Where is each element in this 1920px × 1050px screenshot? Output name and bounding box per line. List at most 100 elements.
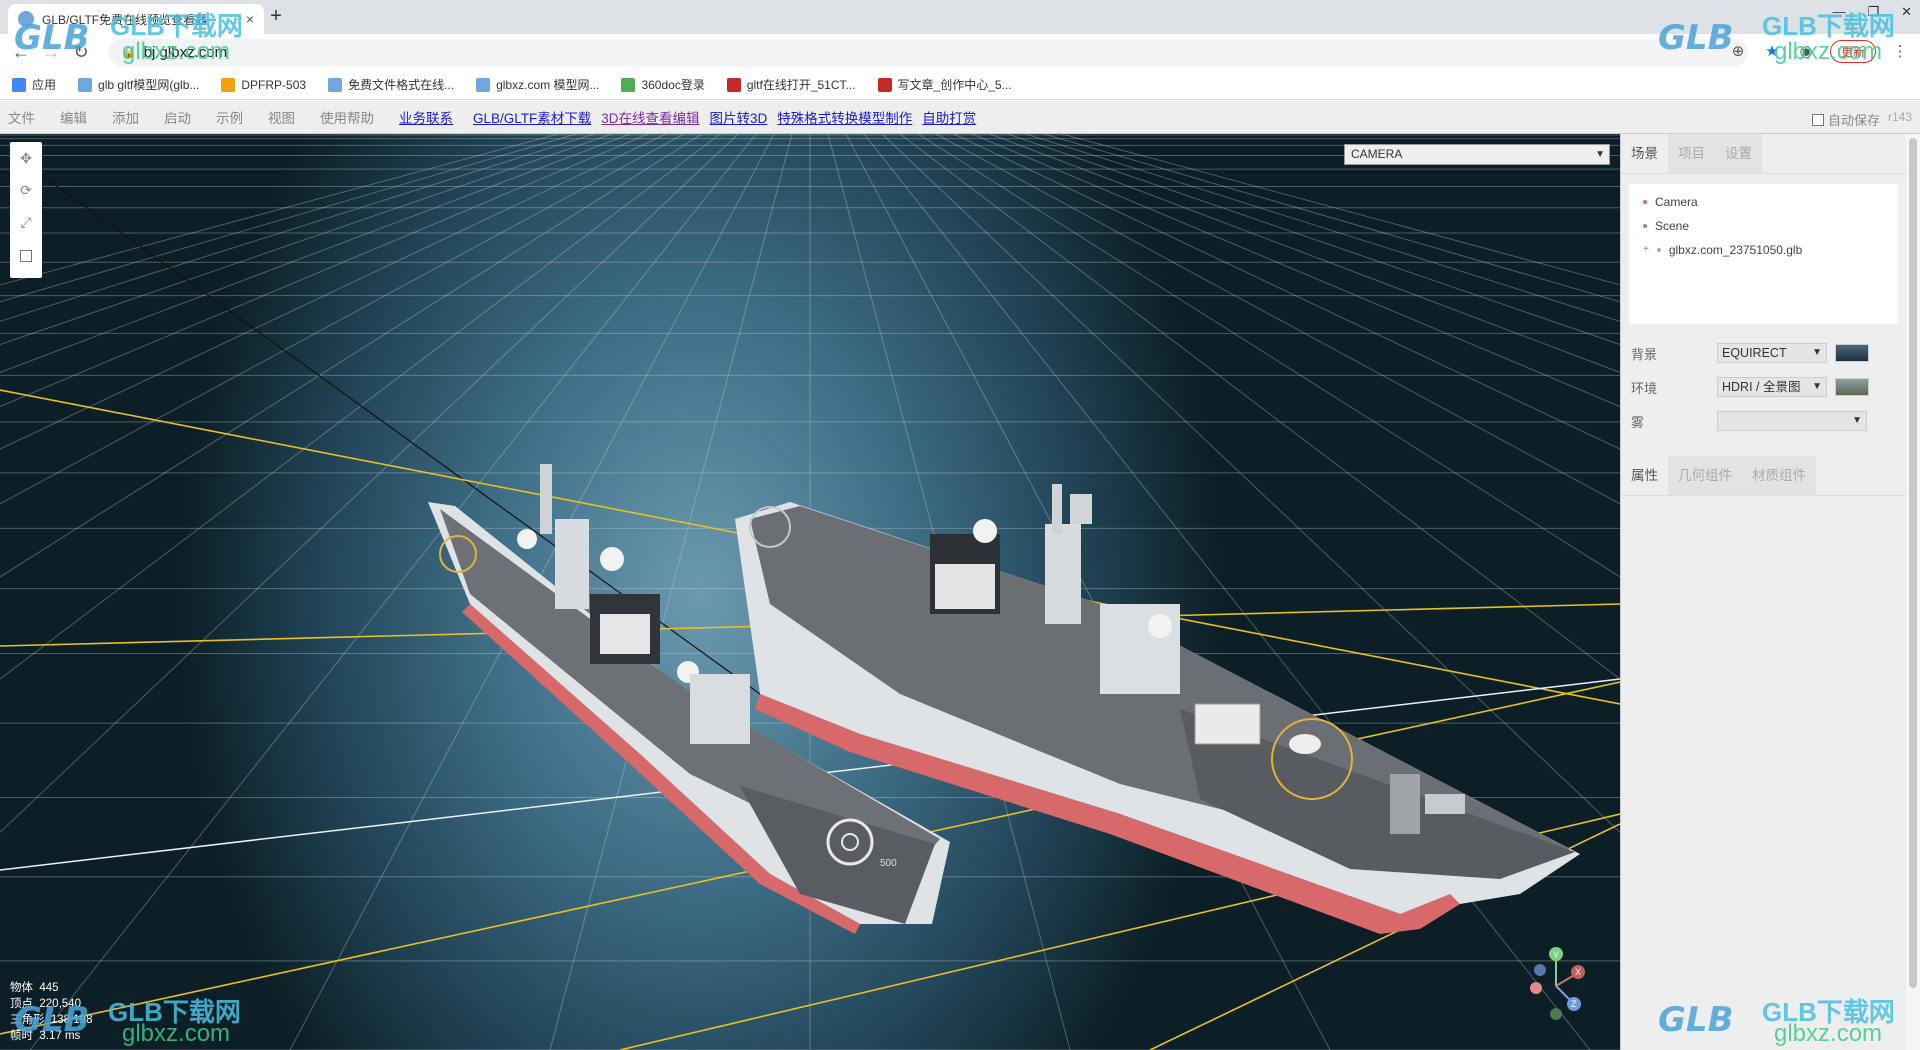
outliner-item-label: Scene [1655, 219, 1690, 233]
menu-examples[interactable]: 示例 [216, 107, 243, 127]
watermark-url: glbxz.com [1774, 1020, 1883, 1047]
camera-select-value: CAMERA [1351, 147, 1403, 161]
bookmark-favicon-icon [726, 77, 741, 92]
environment-select[interactable]: HDRI / 全景图 ▼ [1717, 377, 1827, 397]
chevron-down-icon: ▼ [1812, 381, 1822, 392]
menu-view[interactable]: 视图 [268, 107, 295, 127]
tab-properties[interactable]: 属性 [1621, 456, 1668, 495]
outliner-item-model[interactable]: + glbxz.com_23751050.glb [1643, 238, 1898, 262]
autosave-checkbox[interactable] [1811, 113, 1824, 126]
bookmark-favicon-icon [12, 77, 26, 92]
local-space-checkbox[interactable] [20, 250, 32, 262]
bookmark-item[interactable]: 应用 [12, 76, 56, 93]
rotate-tool-icon[interactable]: ⟳ [16, 180, 36, 200]
outliner-item-camera[interactable]: Camera [1643, 190, 1898, 214]
editor-menubar: 文件 编辑 添加 启动 示例 视图 使用帮助 业务联系 GLB/GLTF素材下载… [0, 101, 1920, 134]
sidebar-panel: 场景 项目 设置 Camera Scene + glbxz.com_237510… [1620, 134, 1906, 1050]
scene-canvas[interactable]: 500 [0, 134, 1620, 1050]
menu-help[interactable]: 使用帮助 [320, 107, 374, 127]
watermark-logo: GLB [14, 1000, 90, 1040]
scene-outliner[interactable]: Camera Scene + glbxz.com_23751050.glb [1629, 184, 1898, 324]
scrollbar-thumb[interactable] [1909, 138, 1917, 988]
tab-geometry[interactable]: 几何组件 [1668, 456, 1742, 495]
hull-number-text: 500 [880, 858, 897, 869]
axis-y-label: Y [1553, 950, 1559, 960]
bookmark-item[interactable]: glbxz.com 模型网... [476, 76, 599, 93]
bookmark-favicon-icon [328, 77, 343, 92]
environment-label: 环境 [1631, 380, 1658, 396]
fog-label: 雾 [1631, 414, 1645, 430]
bookmark-favicon-icon [78, 77, 93, 92]
expand-icon[interactable]: + [1643, 238, 1649, 262]
outliner-item-scene[interactable]: Scene [1643, 214, 1898, 238]
tab-settings[interactable]: 设置 [1715, 134, 1762, 173]
menu-edit[interactable]: 编辑 [60, 107, 87, 127]
bookmark-item[interactable]: glb gltf模型网(glb... [78, 76, 199, 93]
sidebar-top-tabs: 场景 项目 设置 [1621, 134, 1906, 174]
chevron-down-icon: ▼ [1812, 347, 1822, 358]
link-glb-download[interactable]: GLB/GLTF素材下载 [473, 107, 591, 127]
environment-row: 环境 HDRI / 全景图 ▼ [1621, 370, 1906, 404]
camera-select[interactable]: CAMERA ▼ [1344, 144, 1610, 165]
translate-tool-icon[interactable]: ✥ [16, 148, 36, 168]
bookmark-favicon-icon [476, 77, 491, 92]
watermark-top-left: GLB GLB下载网 glbxz.com [0, 0, 270, 70]
sidebar-scrollbar[interactable] [1906, 134, 1920, 1050]
menu-file[interactable]: 文件 [8, 107, 35, 127]
link-format-conversion[interactable]: 特殊格式转换模型制作 [777, 107, 912, 127]
axis-neg-y-icon[interactable] [1550, 1008, 1562, 1020]
tab-scene[interactable]: 场景 [1621, 134, 1668, 173]
axis-neg-z-icon[interactable] [1534, 964, 1546, 976]
address-bar[interactable]: 🔒 bj.glbxz.com [108, 39, 1748, 66]
watermark-logo: GLB [14, 18, 90, 58]
link-donate[interactable]: 自助打赏 [922, 107, 976, 127]
bookmark-item[interactable]: gltf在线打开_51CT... [726, 76, 856, 93]
autosave-label: 自动保存 [1827, 113, 1880, 128]
link-image-to-3d[interactable]: 图片转3D [710, 107, 768, 127]
bookmark-item[interactable]: 写文章_创作中心_5... [877, 76, 1012, 93]
bookmark-label: glbxz.com 模型网... [496, 78, 600, 92]
environment-value: HDRI / 全景图 [1722, 380, 1801, 394]
watermark-bottom-right: GLB GLB下载网 glbxz.com [1650, 986, 1920, 1050]
axis-neg-x-icon[interactable] [1530, 982, 1542, 994]
axis-x-label: X [1575, 967, 1581, 977]
axis-gizmo[interactable]: Y X Z [1520, 944, 1600, 1024]
bookmark-label: 360doc登录 [641, 78, 705, 92]
transform-toolbar: ✥ ⟳ ⤢ [10, 142, 42, 278]
watermark-logo: GLB [1658, 1000, 1734, 1040]
bookmark-favicon-icon [221, 77, 236, 92]
scene-dot-icon [1643, 224, 1647, 228]
link-3d-online-edit[interactable]: 3D在线查看编辑 [601, 107, 699, 127]
outliner-item-label: glbxz.com_23751050.glb [1668, 243, 1803, 257]
bookmark-favicon-icon [621, 77, 636, 92]
3d-viewport[interactable]: 500 ✥ ⟳ ⤢ CAMERA ▼ 物体 445 顶点 220,540 三角形… [0, 134, 1620, 1050]
link-business-contact[interactable]: 业务联系 [399, 107, 453, 127]
background-swatch[interactable] [1835, 344, 1869, 362]
mesh-dot-icon [1656, 248, 1661, 252]
watermark-top-right: GLB GLB下载网 glbxz.com [1650, 0, 1920, 70]
background-select[interactable]: EQUIRECT ▼ [1717, 343, 1827, 363]
bookmark-label: 写文章_创作中心_5... [897, 78, 1012, 92]
fog-select[interactable]: ▼ [1717, 411, 1867, 431]
bookmark-label: 应用 [32, 78, 57, 92]
bookmark-favicon-icon [877, 77, 892, 92]
environment-swatch[interactable] [1835, 378, 1869, 396]
bookmark-item[interactable]: DPFRP-503 [221, 77, 306, 92]
scale-tool-icon[interactable]: ⤢ [16, 212, 36, 232]
bookmark-item[interactable]: 360doc登录 [621, 76, 705, 93]
browser-tab-bar: GLB/GLTF免费在线预览查看器 × + — ❐ ✕ [0, 0, 1920, 34]
menu-add[interactable]: 添加 [112, 107, 139, 127]
autosave-toggle[interactable]: 自动保存 [1811, 110, 1880, 129]
bookmark-item[interactable]: 免费文件格式在线... [328, 76, 454, 93]
axis-z-label: Z [1571, 999, 1577, 1009]
bookmarks-bar: 应用 glb gltf模型网(glb... DPFRP-503 免费文件格式在线...… [0, 70, 1920, 100]
scene-properties: 背景 EQUIRECT ▼ 环境 HDRI / 全景图 ▼ 雾 ▼ [1621, 336, 1906, 438]
camera-dot-icon [1643, 200, 1647, 204]
revision-label: r143 [1887, 110, 1912, 124]
watermark-url: glbxz.com [122, 1020, 231, 1047]
tab-material[interactable]: 材质组件 [1742, 456, 1816, 495]
menu-play[interactable]: 启动 [164, 107, 191, 127]
background-row: 背景 EQUIRECT ▼ [1621, 336, 1906, 370]
tab-project[interactable]: 项目 [1668, 134, 1715, 173]
watermark-url: glbxz.com [1774, 38, 1883, 65]
